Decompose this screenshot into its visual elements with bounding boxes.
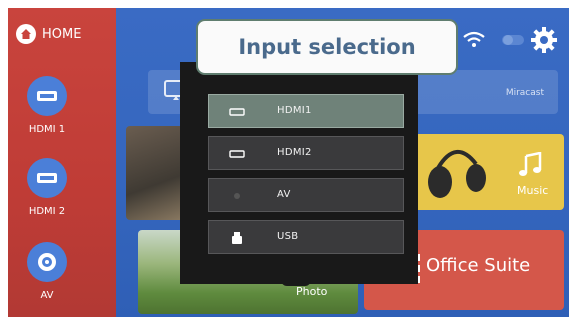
wifi-icon[interactable] [462,30,486,50]
sidebar-item-hdmi2[interactable]: HDMI 2 [8,158,86,217]
input-selection-title: Input selection [196,19,458,75]
gear-icon[interactable] [530,26,558,54]
sidebar: HOME HDMI 1 HDMI 2 AV [8,8,116,317]
music-note-icon [519,152,542,176]
music-tile[interactable]: Music [414,134,564,210]
source-hdmi1[interactable]: HDMI1 [208,94,404,128]
hdmi-port-icon [27,76,67,116]
av-jack-icon [27,242,67,282]
panel-stand [281,276,311,286]
input-selection-title-text: Input selection [238,35,416,59]
usb-icon [232,232,242,244]
photo-label: Photo [296,285,328,298]
source-hdmi2[interactable]: HDMI2 [208,136,404,170]
input-selection-panel: HDMI1 HDMI2 AV USB [180,62,418,284]
home-label: HOME [42,26,82,42]
hdmi-icon [229,108,245,116]
home-icon [16,24,36,44]
source-av[interactable]: AV [208,178,404,212]
sidebar-item-label: HDMI 1 [28,124,66,135]
music-label: Music [517,184,549,197]
source-label: HDMI2 [277,147,312,158]
photo-frame: HOME HDMI 1 HDMI 2 AV Miracast Photo Mus… [0,0,577,323]
sidebar-item-av[interactable]: AV [8,242,86,301]
source-label: AV [277,189,291,200]
sidebar-item-label: AV [40,290,54,301]
source-usb[interactable]: USB [208,220,404,254]
toggle-icon[interactable] [502,34,524,46]
source-label: HDMI1 [277,105,312,116]
hdmi-icon [229,150,245,158]
office-suite-label: Office Suite [426,255,531,276]
source-label: USB [277,231,299,242]
sidebar-item-label: HDMI 2 [28,206,66,217]
sidebar-item-hdmi1[interactable]: HDMI 1 [8,76,86,135]
tv-screen: HOME HDMI 1 HDMI 2 AV Miracast Photo Mus… [8,8,569,317]
photo-thumbnail[interactable] [126,126,186,220]
av-icon [234,193,240,199]
headphones-image [428,150,486,198]
home-button[interactable]: HOME [16,24,81,44]
miracast-label: Miracast [505,88,544,98]
hdmi-port-icon [27,158,67,198]
